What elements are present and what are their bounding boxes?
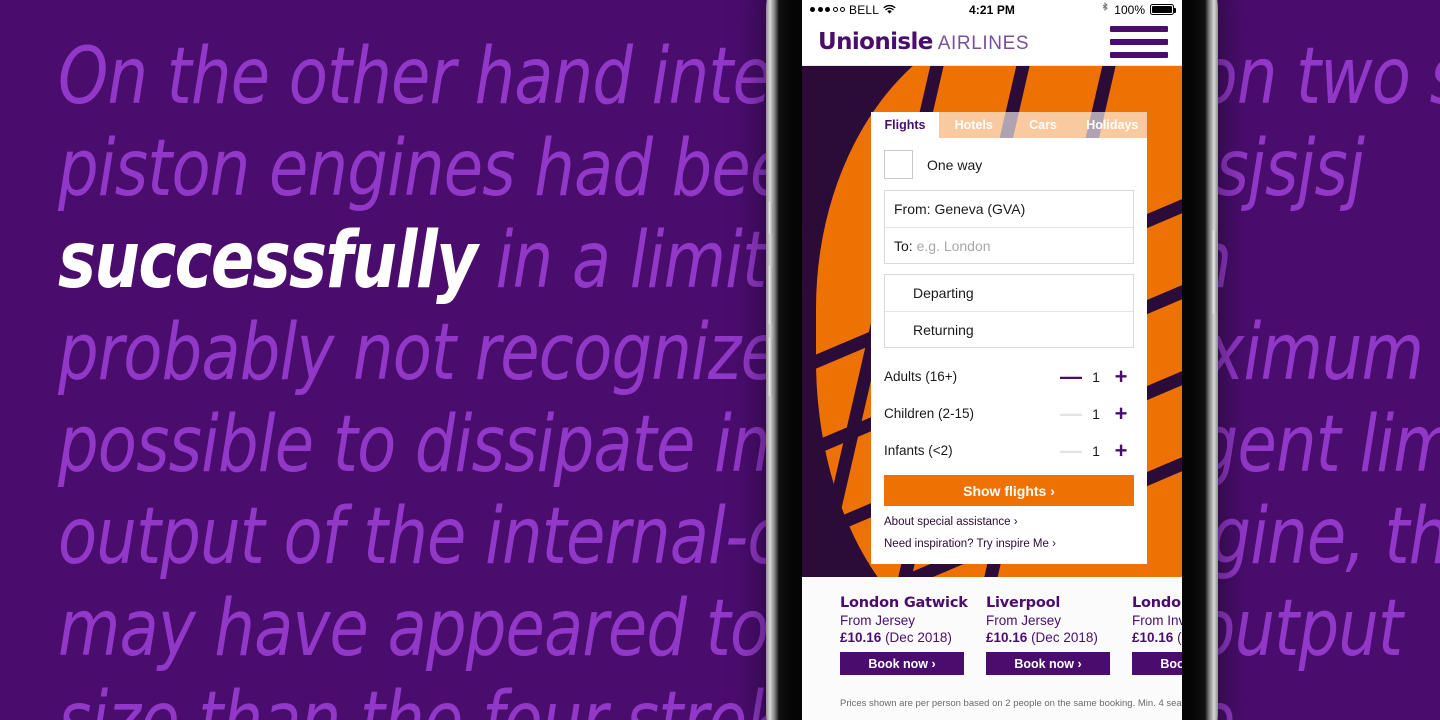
decrement-infants-button: — <box>1060 437 1082 463</box>
passenger-row-infants: Infants (<2) — 1 + <box>884 432 1134 469</box>
increment-children-button[interactable]: + <box>1108 402 1134 425</box>
one-way-checkbox[interactable] <box>884 150 913 179</box>
wifi-icon <box>883 4 896 15</box>
power-button[interactable] <box>1211 230 1217 314</box>
tab-flights[interactable]: Flights <box>871 112 939 138</box>
logo-brand-suffix: AIRLINES <box>937 33 1030 54</box>
from-label: From: <box>894 201 931 217</box>
deal-price: £10.16 (Dec 2018) <box>986 630 1132 645</box>
volume-down-button[interactable] <box>767 338 773 396</box>
decrement-children-button: — <box>1060 400 1082 426</box>
one-way-label: One way <box>927 156 983 173</box>
show-flights-button[interactable]: Show flights › <box>884 475 1134 506</box>
poster-background: On the other hand internal combustion tw… <box>0 0 1440 720</box>
deal-price-amount: £10.16 <box>1132 630 1174 645</box>
to-label: To: <box>894 237 913 254</box>
deal-origin: From Inverness <box>1132 613 1182 628</box>
children-count: 1 <box>1092 405 1100 422</box>
deal-price-amount: £10.16 <box>840 630 882 645</box>
route-fields: From: Geneva (GVA) To: e.g. London <box>884 190 1134 264</box>
deals-section: London Gatwick From Jersey £10.16 (Dec 2… <box>802 577 1182 720</box>
increment-adults-button[interactable]: + <box>1108 365 1134 388</box>
poster-text-line: possible to dissipate imposed a stringen… <box>58 400 1440 490</box>
infants-count: 1 <box>1092 442 1100 459</box>
passenger-row-adults: Adults (16+) — 1 + <box>884 358 1134 395</box>
special-assistance-link[interactable]: About special assistance › <box>884 516 1134 528</box>
deal-origin: From Jersey <box>986 613 1062 628</box>
deal-origin: From Jersey <box>840 613 916 628</box>
deal-price-amount: £10.16 <box>986 630 1028 645</box>
bluetooth-icon <box>1101 2 1109 17</box>
status-bar-right: 100% <box>1101 2 1176 17</box>
deal-price: £10.16 (Jan 2019) <box>1132 630 1182 645</box>
book-now-button[interactable]: Book now › <box>840 652 964 675</box>
status-bar-left: BELL <box>810 3 896 17</box>
phone-mockup: BELL 4:21 PM 100% Unionisle AIRLINES Fli… <box>766 0 1218 720</box>
signal-strength-icon <box>810 7 845 12</box>
book-now-button[interactable]: Book now › <box>1132 652 1182 675</box>
tab-hotels[interactable]: Hotels <box>939 112 1009 138</box>
volume-up-button[interactable] <box>767 266 773 324</box>
decrement-adults-button[interactable]: — <box>1058 365 1084 388</box>
poster-highlight-word: successfully <box>58 216 478 306</box>
deal-card[interactable]: London Gatwick From Jersey £10.16 (Dec 2… <box>840 595 986 675</box>
inspire-me-link[interactable]: Need inspiration? Try inspire Me › <box>884 538 1134 550</box>
battery-icon <box>1150 4 1176 15</box>
carrier-label: BELL <box>849 2 880 17</box>
poster-text-line: On the other hand internal combustion tw… <box>58 32 1440 122</box>
adults-count: 1 <box>1092 368 1100 385</box>
hamburger-menu-icon[interactable] <box>1110 26 1168 58</box>
date-fields: Departing Returning <box>884 274 1134 348</box>
deals-disclaimer: Prices shown are per person based on 2 p… <box>840 698 1182 709</box>
increment-infants-button[interactable]: + <box>1108 439 1134 462</box>
book-now-button[interactable]: Book now › <box>986 652 1110 675</box>
one-way-row: One way <box>884 150 1134 179</box>
booking-tabs: Flights Hotels Cars Holidays <box>871 112 1147 138</box>
from-field[interactable]: From: Geneva (GVA) <box>885 191 1133 227</box>
deal-price-period: (Dec 2018) <box>885 630 952 645</box>
tab-cars[interactable]: Cars <box>1008 112 1078 138</box>
deal-destination: London Gatwick <box>840 595 968 611</box>
brand-header: Unionisle AIRLINES <box>802 19 1182 66</box>
logo-brand-name: Unionisle <box>818 29 933 55</box>
to-field[interactable]: To: e.g. London <box>885 227 1133 263</box>
deal-card[interactable]: London Gatwick From Inverness £10.16 (Ja… <box>1132 595 1182 675</box>
logo[interactable]: Unionisle AIRLINES <box>818 29 1029 55</box>
passenger-label: Infants (<2) <box>884 443 953 458</box>
deal-destination: London Gatwick <box>1132 595 1182 611</box>
passenger-label: Adults (16+) <box>884 369 958 384</box>
deal-price-period: (Jan 2019) <box>1177 630 1182 645</box>
poster-text-line: probably not recognized that the maximum… <box>58 308 1440 398</box>
deal-card[interactable]: Liverpool From Jersey £10.16 (Dec 2018) … <box>986 595 1132 675</box>
booking-card: Flights Hotels Cars Holidays One way Fro… <box>871 112 1147 564</box>
deals-carousel[interactable]: London Gatwick From Jersey £10.16 (Dec 2… <box>802 595 1182 675</box>
hero-section: Flights Hotels Cars Holidays One way Fro… <box>802 66 1182 577</box>
booking-form: One way From: Geneva (GVA) To: e.g. Lond… <box>871 138 1147 564</box>
deal-price-period: (Dec 2018) <box>1031 630 1098 645</box>
phone-screen: BELL 4:21 PM 100% Unionisle AIRLINES Fli… <box>802 0 1182 720</box>
battery-percent-label: 100% <box>1114 2 1145 17</box>
poster-text-line: output of the internal-combustion engine… <box>58 492 1440 582</box>
tab-holidays[interactable]: Holidays <box>1077 112 1147 138</box>
mute-switch-button[interactable] <box>767 202 773 234</box>
deal-destination: Liverpool <box>986 595 1061 611</box>
to-placeholder: e.g. London <box>916 237 991 254</box>
from-value: Geneva (GVA) <box>934 201 1026 217</box>
deal-price: £10.16 (Dec 2018) <box>840 630 986 645</box>
status-bar: BELL 4:21 PM 100% <box>802 0 1182 19</box>
passenger-label: Children (2-15) <box>884 406 975 421</box>
passenger-row-children: Children (2-15) — 1 + <box>884 395 1134 432</box>
departing-field[interactable]: Departing <box>885 275 1133 311</box>
returning-field[interactable]: Returning <box>885 311 1133 347</box>
